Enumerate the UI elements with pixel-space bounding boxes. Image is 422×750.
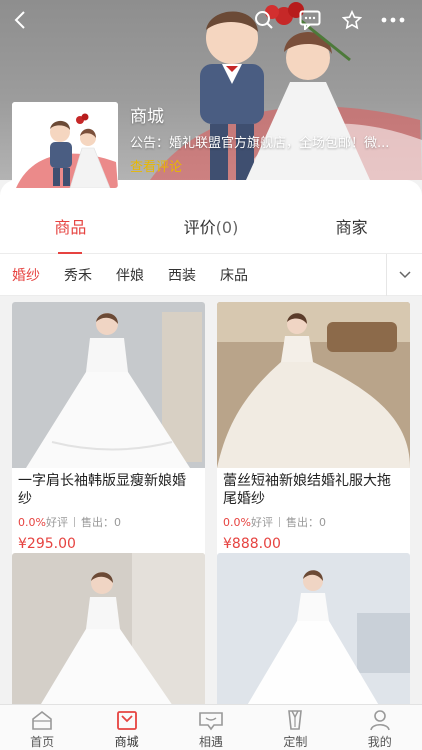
nav-home[interactable]: 首页 — [7, 705, 77, 750]
nav-profile[interactable]: 我的 — [345, 705, 415, 750]
profile-icon — [369, 710, 390, 731]
sold-count: 0 — [318, 516, 326, 529]
bottom-navigation: 首页 商城 相遇 定制 我的 — [0, 704, 422, 750]
tab-reviews[interactable]: 评价(0) — [151, 214, 271, 238]
product-card[interactable] — [12, 553, 205, 719]
custom-suit-icon — [288, 710, 303, 730]
sold-count: 0 — [113, 516, 121, 529]
product-image — [217, 553, 410, 719]
product-meta: 0.0%好评 售出：0 — [12, 510, 205, 530]
tab-merchant-label: 商家 — [335, 217, 368, 237]
more-icon[interactable] — [380, 6, 406, 34]
home-icon — [32, 710, 52, 730]
meet-icon — [199, 712, 223, 731]
tab-reviews-count: (0) — [215, 217, 239, 237]
star-icon[interactable] — [338, 6, 366, 34]
nav-home-label: 首页 — [30, 735, 55, 749]
message-icon[interactable] — [296, 6, 324, 34]
shop-notice: 公告：婚礼联盟官方旗舰店，全场包邮！微... — [130, 136, 390, 151]
product-title: 蕾丝短袖新娘结婚礼服大拖尾婚纱 — [223, 473, 391, 507]
category-suit[interactable]: 西装 — [168, 265, 196, 285]
product-rating: 0.0% — [223, 516, 251, 529]
product-card[interactable] — [217, 553, 410, 719]
sold-label: 售出： — [285, 516, 319, 529]
back-icon[interactable] — [6, 6, 34, 34]
product-image — [12, 302, 205, 468]
category-filter-bar: 婚纱 秀禾 伴娘 西装 床品 — [0, 253, 422, 296]
category-bridesmaid[interactable]: 伴娘 — [116, 265, 144, 285]
shop-name: 商城 — [130, 107, 164, 127]
nav-custom[interactable]: 定制 — [260, 705, 330, 750]
tab-products[interactable]: 商品 — [10, 214, 130, 238]
shop-logo — [12, 102, 118, 188]
rating-label: 好评 — [250, 516, 273, 529]
tab-products-label: 商品 — [54, 217, 87, 237]
product-image — [217, 302, 410, 468]
shop-bag-icon — [116, 711, 137, 730]
main-tabs: 商品 评价(0) 商家 — [0, 180, 422, 254]
nav-shop[interactable]: 商城 — [92, 705, 162, 750]
product-rating: 0.0% — [18, 516, 46, 529]
chevron-down-icon[interactable] — [386, 253, 422, 296]
tab-merchant[interactable]: 商家 — [292, 214, 412, 238]
view-reviews-link[interactable]: 查看评论 — [130, 156, 182, 175]
category-wedding-dress[interactable]: 婚纱 — [12, 265, 40, 285]
nav-custom-label: 定制 — [283, 735, 308, 749]
rating-label: 好评 — [45, 516, 68, 529]
product-meta: 0.0%好评 售出：0 — [217, 510, 410, 530]
nav-shop-label: 商城 — [114, 735, 139, 749]
tab-reviews-label: 评价 — [183, 217, 216, 237]
product-title: 一字肩长袖韩版显瘦新娘婚纱 — [18, 473, 186, 507]
category-xiuhe[interactable]: 秀禾 — [64, 265, 92, 285]
category-bedding[interactable]: 床品 — [220, 265, 248, 285]
nav-meet[interactable]: 相遇 — [176, 705, 246, 750]
product-card[interactable]: 蕾丝短袖新娘结婚礼服大拖尾婚纱 0.0%好评 售出：0 ¥888.00 — [217, 302, 410, 560]
product-image — [12, 553, 205, 719]
nav-meet-label: 相遇 — [198, 735, 223, 749]
nav-profile-label: 我的 — [367, 735, 392, 749]
sold-label: 售出： — [80, 516, 114, 529]
product-card[interactable]: 一字肩长袖韩版显瘦新娘婚纱 0.0%好评 售出：0 ¥295.00 — [12, 302, 205, 560]
search-icon[interactable] — [250, 6, 278, 34]
